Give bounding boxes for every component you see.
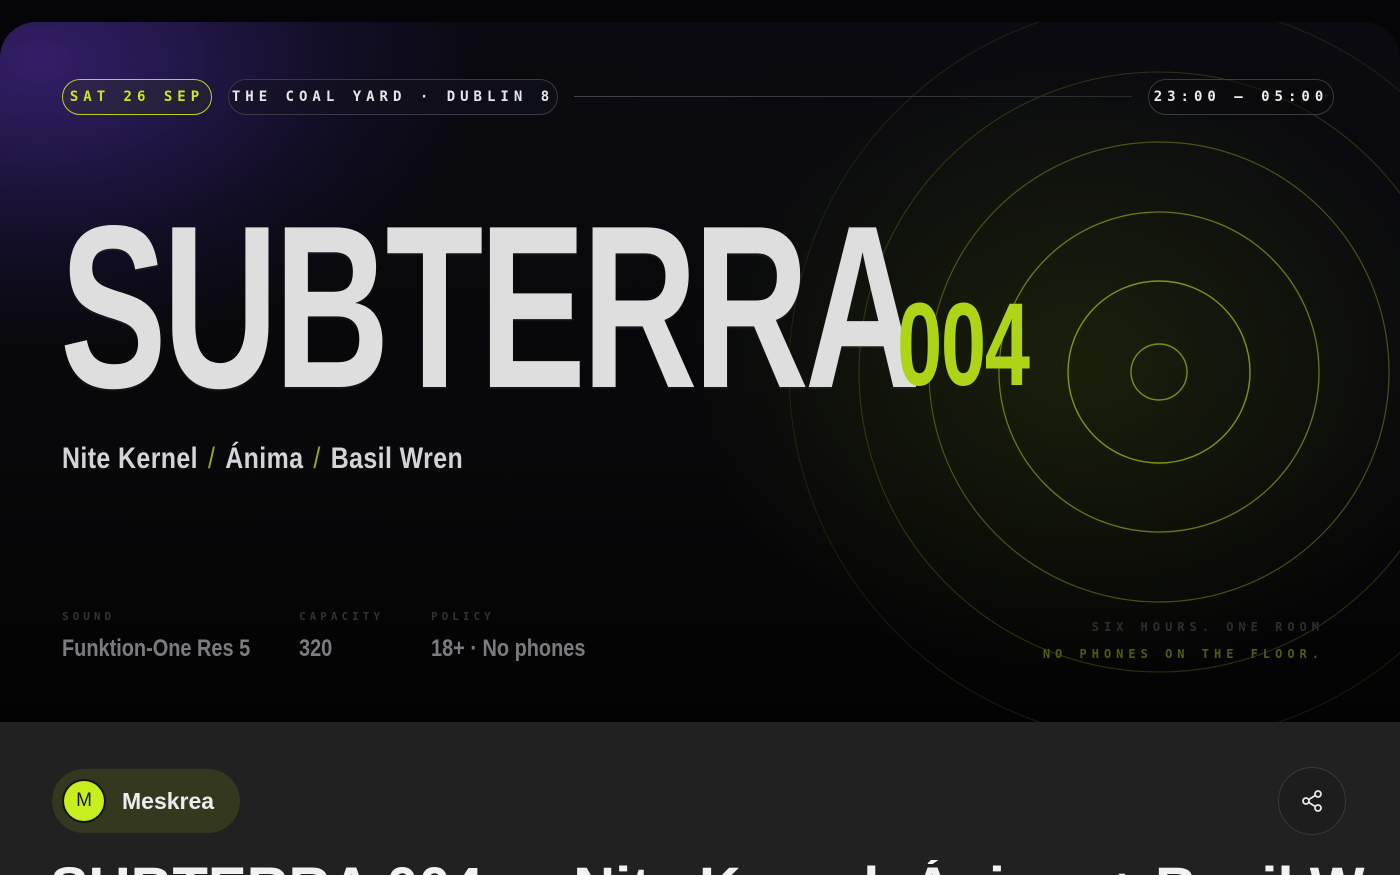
meta-value: 320 [299,635,333,662]
meta-policy: POLICY 18+ · No phones [431,610,617,663]
event-venue: THE COAL YARD · DUBLIN 8 [231,89,555,105]
organizer-name: Meskrea [122,787,215,814]
meta-label: POLICY [431,610,495,623]
artist-lineup: Nite Kernel / Ánima / Basil Wren [62,442,463,476]
organizer-chip[interactable]: M Meskrea [52,769,240,833]
tagline-secondary: NO PHONES ON THE FLOOR. [1042,647,1324,661]
event-title: SUBTERRA [60,178,920,437]
event-edition: 004 [897,279,1030,411]
meta-label: CAPACITY [299,610,384,623]
meta-sound: SOUND Funktion-One Res 5 [62,610,289,663]
event-date-badge: SAT 26 SEP [62,79,212,115]
event-venue-badge: THE COAL YARD · DUBLIN 8 [228,79,558,115]
event-heading: SUBTERRA 004 — Nite Kernel, Ánima + Basi… [50,860,1370,875]
meta-label: SOUND [62,610,116,623]
meta-capacity: CAPACITY 320 [299,610,384,663]
event-date: SAT 26 SEP [69,89,205,105]
tagline-primary: SIX HOURS. ONE ROOM [1091,620,1324,634]
artist-name: Basil Wren [330,442,464,475]
artist-name: Ánima [225,442,304,475]
event-info-panel: M Meskrea SUBTERRA 004 — Nite Kernel, Án… [0,722,1400,875]
artist-name: Nite Kernel [62,442,199,475]
organizer-avatar: M [64,781,104,821]
header-divider [574,96,1132,97]
share-button[interactable] [1278,767,1346,835]
meta-value: 18+ · No phones [431,635,586,662]
share-icon [1302,790,1322,812]
event-time-badge: 23:00 – 05:00 [1148,79,1334,115]
lineup-separator: / [207,442,216,475]
lineup-separator: / [313,442,321,475]
event-time: 23:00 – 05:00 [1153,89,1329,105]
event-heading-text: SUBTERRA 004 — Nite Kernel, Ánima + Basi… [50,860,1370,875]
meta-value: Funktion-One Res 5 [62,635,251,662]
event-poster: SAT 26 SEP THE COAL YARD · DUBLIN 8 23:0… [0,22,1400,722]
